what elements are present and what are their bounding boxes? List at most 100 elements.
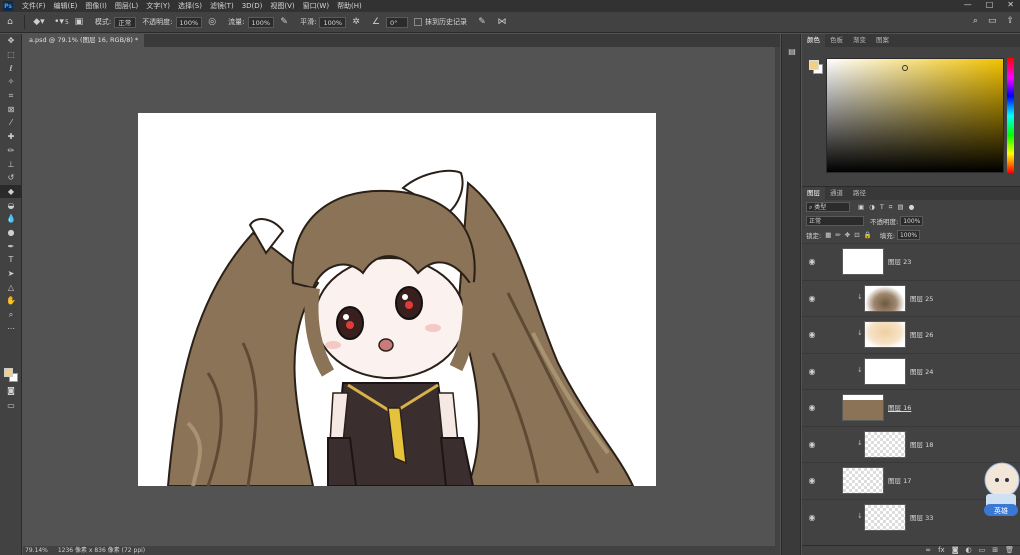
canvas-scrollbar[interactable] bbox=[775, 47, 780, 546]
color-panel-foreground[interactable] bbox=[809, 60, 819, 70]
add-mask-icon[interactable]: ◙ bbox=[952, 546, 959, 555]
layer-name[interactable]: 图层 18 bbox=[910, 439, 933, 449]
symmetry-icon[interactable]: ⋈ bbox=[495, 15, 509, 29]
pressure-size-icon[interactable]: ✎ bbox=[475, 15, 489, 29]
layer-row[interactable]: ◉ ↓ 图层 18 bbox=[802, 425, 1020, 462]
eraser-tool-icon[interactable]: ◆ bbox=[0, 184, 22, 199]
layer-name[interactable]: 图层 25 bbox=[910, 293, 933, 303]
layer-thumbnail[interactable] bbox=[842, 248, 884, 275]
visibility-eye-icon[interactable]: ◉ bbox=[805, 513, 819, 522]
layer-filter-select[interactable]: ⌕ 类型 bbox=[806, 202, 850, 212]
quick-mask-icon[interactable]: ◙ bbox=[0, 384, 22, 398]
maximize-button[interactable]: □ bbox=[986, 0, 994, 9]
layer-row[interactable]: ◉ ↓ 图层 26 bbox=[802, 316, 1020, 352]
adjustment-layer-icon[interactable]: ◐ bbox=[966, 546, 972, 555]
brush-size-icon[interactable]: •▾ bbox=[52, 15, 66, 29]
layer-thumbnail[interactable] bbox=[842, 394, 884, 421]
shape-tool-icon[interactable]: △ bbox=[0, 280, 22, 294]
close-button[interactable]: ✕ bbox=[1007, 0, 1014, 9]
menu-layer[interactable]: 图层(L) bbox=[111, 1, 142, 11]
layer-filter-icons[interactable]: ▣◑T⌗▤● bbox=[858, 203, 919, 212]
tab-gradients[interactable]: 渐变 bbox=[848, 34, 871, 47]
brush-tool-icon[interactable]: ✏ bbox=[0, 144, 22, 158]
pen-tool-icon[interactable]: ✒ bbox=[0, 239, 22, 253]
move-tool-icon[interactable]: ✥ bbox=[0, 34, 22, 48]
layer-thumbnail[interactable] bbox=[864, 503, 906, 531]
home-icon[interactable]: ⌂ bbox=[3, 15, 17, 29]
lasso-tool-icon[interactable]: ℓ bbox=[0, 61, 22, 75]
frame-tool-icon[interactable]: ⊠ bbox=[0, 102, 22, 116]
layer-thumbnail[interactable] bbox=[864, 321, 906, 348]
angle-input[interactable]: 0° bbox=[386, 16, 409, 28]
saturation-value-field[interactable] bbox=[826, 58, 1004, 173]
canvas-area[interactable] bbox=[23, 47, 780, 546]
link-layers-icon[interactable]: ∞ bbox=[925, 546, 931, 555]
menu-select[interactable]: 选择(S) bbox=[174, 1, 206, 11]
healing-brush-tool-icon[interactable]: ✚ bbox=[0, 130, 22, 144]
dodge-tool-icon[interactable]: ● bbox=[0, 226, 22, 240]
menu-edit[interactable]: 编辑(E) bbox=[50, 1, 82, 11]
marquee-tool-icon[interactable]: ⬚ bbox=[0, 48, 22, 62]
clone-stamp-tool-icon[interactable]: ⊥ bbox=[0, 157, 22, 171]
visibility-eye-icon[interactable]: ◉ bbox=[805, 476, 819, 485]
workspace-icon[interactable]: ▭ bbox=[988, 16, 997, 26]
zoom-tool-icon[interactable]: ⌕ bbox=[0, 308, 22, 322]
visibility-eye-icon[interactable]: ◉ bbox=[805, 440, 819, 449]
type-tool-icon[interactable]: T bbox=[0, 253, 22, 267]
menu-3d[interactable]: 3D(D) bbox=[238, 2, 267, 10]
color-picker-cursor[interactable] bbox=[902, 65, 908, 71]
layer-name[interactable]: 图层 24 bbox=[910, 366, 933, 376]
opacity-input[interactable]: 100% bbox=[175, 16, 203, 28]
menu-filter[interactable]: 滤镜(T) bbox=[206, 1, 238, 11]
foreground-color-swatch[interactable] bbox=[4, 368, 13, 377]
mode-select[interactable]: 正常 bbox=[114, 16, 137, 28]
tab-patterns[interactable]: 图案 bbox=[871, 34, 894, 47]
zoom-level[interactable]: 79.14% bbox=[25, 547, 48, 554]
pressure-opacity-icon[interactable]: ◎ bbox=[205, 15, 219, 29]
tab-paths[interactable]: 路径 bbox=[848, 187, 871, 200]
layer-name[interactable]: 图层 17 bbox=[888, 475, 911, 485]
document-tab[interactable]: a.psd @ 79.1% (图层 16, RGB/8) * bbox=[23, 34, 145, 47]
layer-thumbnail[interactable] bbox=[864, 357, 906, 385]
menu-type[interactable]: 文字(Y) bbox=[142, 1, 174, 11]
tab-color[interactable]: 颜色 bbox=[802, 34, 825, 47]
hand-tool-icon[interactable]: ✋ bbox=[0, 294, 22, 308]
eraser-preset-icon[interactable]: ◆▾ bbox=[32, 15, 46, 29]
layer-row[interactable]: ◉ ↓ 图层 24 bbox=[802, 352, 1020, 389]
layer-row[interactable]: ◉ 图层 16 bbox=[802, 389, 1020, 425]
share-icon[interactable]: ⇪ bbox=[1006, 16, 1014, 26]
delete-layer-icon[interactable]: 🗑 bbox=[1005, 546, 1014, 555]
menu-window[interactable]: 窗口(W) bbox=[299, 1, 333, 11]
layer-row[interactable]: ◉ 图层 23 bbox=[802, 243, 1020, 279]
visibility-eye-icon[interactable]: ◉ bbox=[805, 403, 819, 412]
menu-view[interactable]: 视图(V) bbox=[266, 1, 298, 11]
properties-panel-icon[interactable]: ▤ bbox=[782, 44, 802, 58]
new-layer-icon[interactable]: ⊞ bbox=[992, 546, 998, 555]
menu-help[interactable]: 帮助(H) bbox=[333, 1, 366, 11]
blur-tool-icon[interactable]: 💧 bbox=[0, 212, 22, 226]
history-brush-tool-icon[interactable]: ↺ bbox=[0, 171, 22, 185]
eyedropper-tool-icon[interactable]: ⁄ bbox=[0, 116, 22, 130]
tab-layers[interactable]: 图层 bbox=[802, 187, 825, 200]
visibility-eye-icon[interactable]: ◉ bbox=[805, 294, 819, 303]
layer-thumbnail[interactable] bbox=[842, 467, 884, 494]
fill-input[interactable]: 100% bbox=[896, 230, 921, 240]
tab-swatches[interactable]: 色板 bbox=[825, 34, 848, 47]
layer-name[interactable]: 图层 26 bbox=[910, 329, 933, 339]
layer-name[interactable]: 图层 33 bbox=[910, 512, 933, 522]
menu-file[interactable]: 文件(F) bbox=[18, 1, 50, 11]
flow-input[interactable]: 100% bbox=[247, 16, 275, 28]
magic-wand-tool-icon[interactable]: ✧ bbox=[0, 75, 22, 89]
path-selection-tool-icon[interactable]: ➤ bbox=[0, 267, 22, 281]
paint-bucket-tool-icon[interactable]: ◒ bbox=[0, 198, 22, 212]
tab-channels[interactable]: 通道 bbox=[825, 187, 848, 200]
layer-row[interactable]: ◉ ↓ 图层 25 bbox=[802, 279, 1020, 316]
smooth-input[interactable]: 100% bbox=[319, 16, 347, 28]
history-checkbox[interactable] bbox=[414, 18, 423, 26]
screen-mode-icon[interactable]: ▭ bbox=[0, 399, 22, 413]
mascot-overlay[interactable]: 英雄 bbox=[976, 458, 1020, 524]
new-group-icon[interactable]: ▭ bbox=[979, 546, 986, 555]
blend-mode-select[interactable]: 正常 bbox=[806, 216, 864, 226]
brush-settings-icon[interactable]: ▣ bbox=[72, 15, 86, 29]
menu-image[interactable]: 图像(I) bbox=[81, 1, 111, 11]
